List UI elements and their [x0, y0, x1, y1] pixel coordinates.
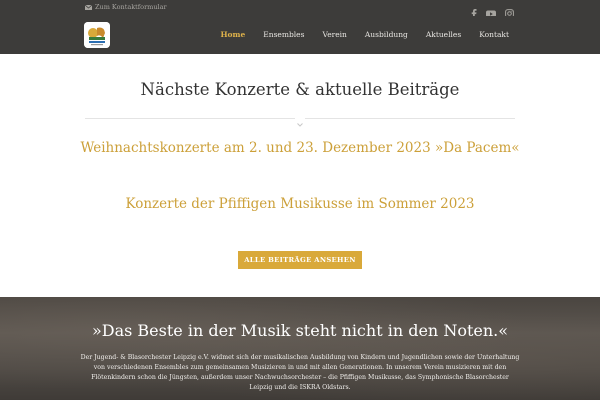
main-navigation: Home Ensembles Verein Ausbildung Aktuell…	[202, 30, 509, 39]
nav-kontakt[interactable]: Kontakt	[479, 30, 509, 39]
contact-link-label: Zum Kontaktformular	[95, 3, 167, 11]
nav-ausbildung[interactable]: Ausbildung	[365, 30, 408, 39]
quote-banner: »Das Beste in der Musik steht nicht in d…	[0, 297, 600, 400]
all-posts-button[interactable]: ALLE BEITRÄGE ANSEHEN	[238, 251, 362, 269]
banner-quote: »Das Beste in der Musik steht nicht in d…	[91, 321, 509, 340]
nav-ensembles[interactable]: Ensembles	[263, 30, 304, 39]
envelope-icon	[85, 4, 92, 10]
post-link-christmas-concerts[interactable]: Weihnachtskonzerte am 2. und 23. Dezembe…	[0, 140, 600, 156]
top-bar: Zum Kontaktformular	[0, 0, 600, 18]
banner-description: Der Jugend- & Blasorchester Leipzig e.V.…	[80, 354, 520, 391]
site-header: Home Ensembles Verein Ausbildung Aktuell…	[0, 16, 600, 54]
chevron-down-icon	[295, 114, 305, 127]
nav-aktuelles[interactable]: Aktuelles	[426, 30, 461, 39]
section-title: Nächste Konzerte & aktuelle Beiträge	[140, 80, 460, 99]
post-link-summer-concerts[interactable]: Konzerte der Pfiffigen Musikusse im Somm…	[0, 196, 600, 212]
news-section: Nächste Konzerte & aktuelle Beiträge Wei…	[0, 54, 600, 297]
nav-home[interactable]: Home	[220, 30, 245, 39]
nav-verein[interactable]: Verein	[322, 30, 346, 39]
orchestra-logo[interactable]	[84, 22, 110, 48]
contact-link[interactable]: Zum Kontaktformular	[85, 3, 167, 11]
